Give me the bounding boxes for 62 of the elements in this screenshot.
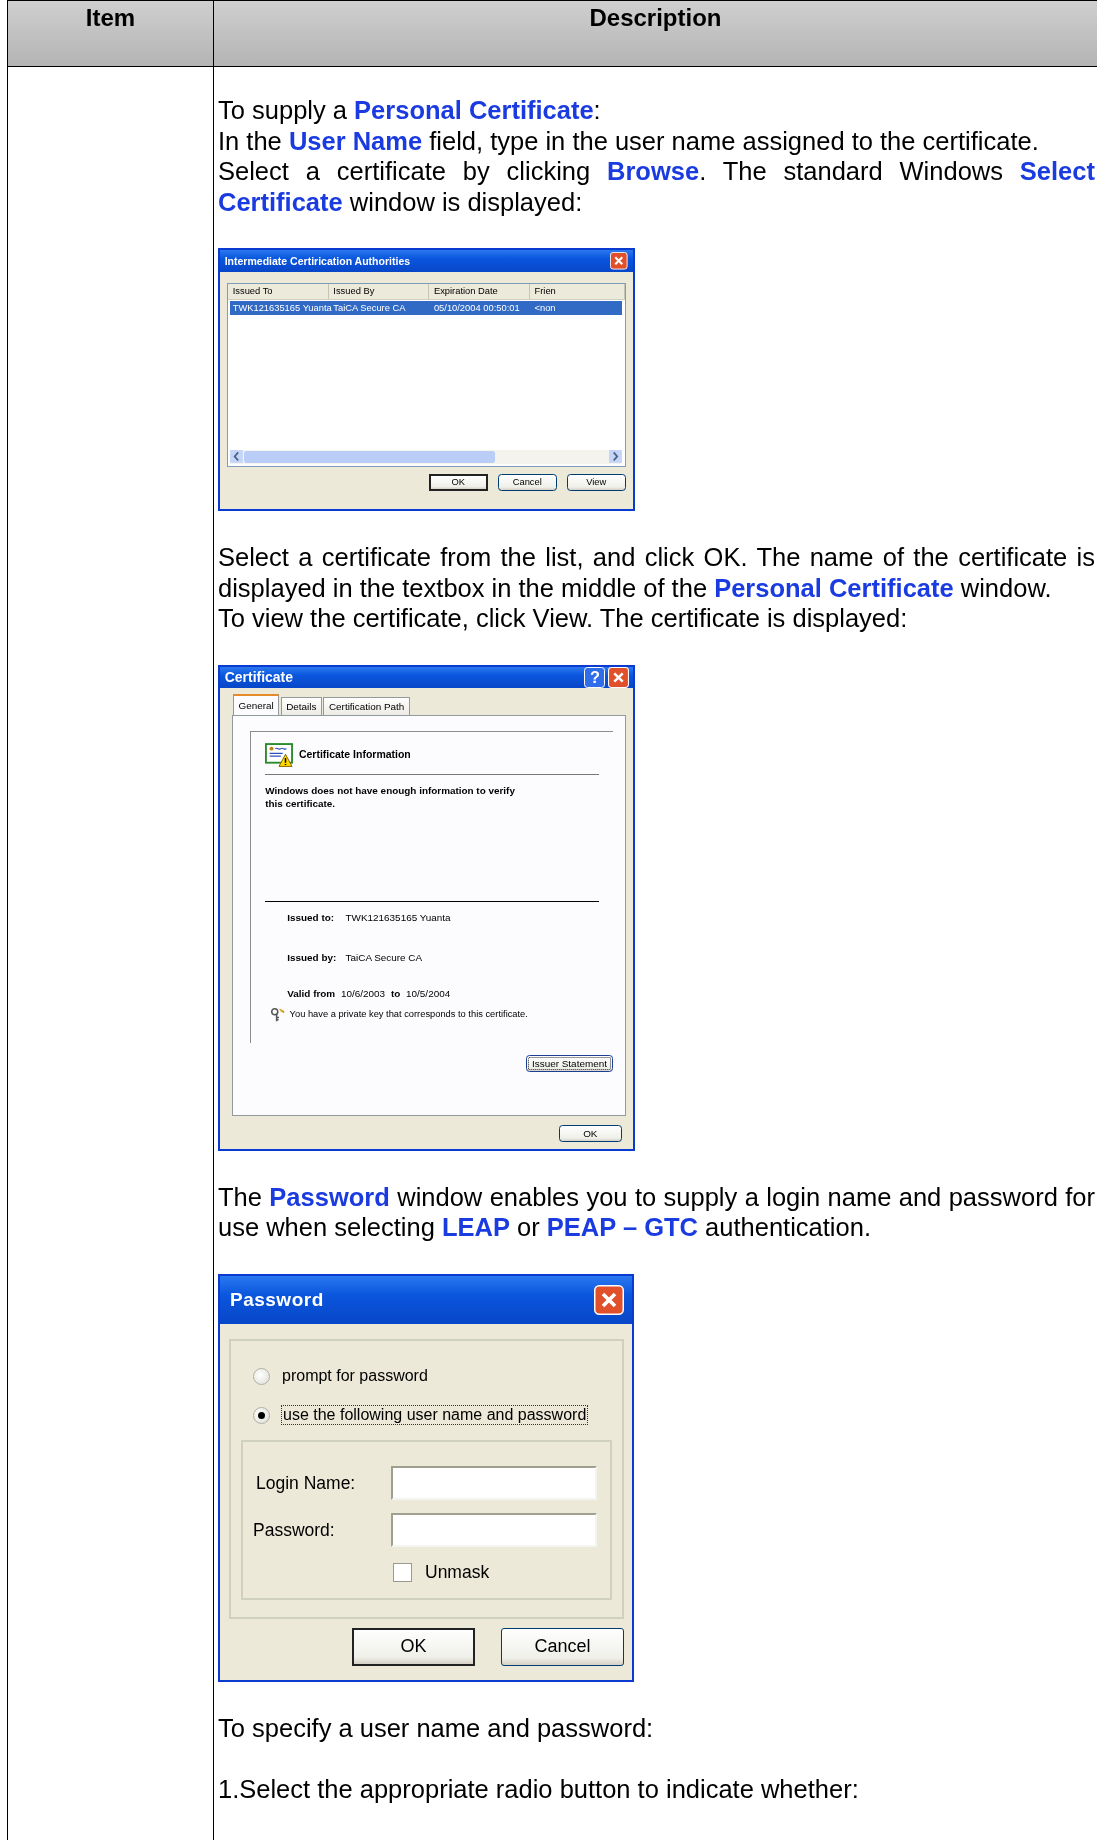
column-header[interactable]: Issued To [228,283,329,299]
paragraph: 1.Select the appropriate radio button to indicate whether: [218,1774,860,1805]
dialog-button[interactable]: OK [429,474,488,491]
list-cell-text: TaiCA Secure CA [332,302,407,316]
tab[interactable]: Details [280,697,323,715]
checkbox-label[interactable]: Unmask [425,1561,490,1583]
dialog-button[interactable]: Cancel [501,1627,624,1666]
scroll-left-icon[interactable] [230,450,244,464]
window-title: Certificate [224,669,295,686]
field-value: TaiCA Secure CA [345,951,423,963]
list-cell-text: 05/10/2004 00:50:01 [432,302,521,316]
dialog-button[interactable]: View [567,474,626,491]
paragraph: To supply a Personal Certificate: [218,95,602,126]
ok-button[interactable]: OK [558,1124,622,1143]
certificate-icon [265,742,294,768]
list-cell-text: <non [533,302,557,316]
field-label: Issued to: [287,912,336,924]
field-value: TWK121635165 Yuanta [345,912,451,924]
paragraph: Select a certificate from the list, and click OK. The name of the certificate is displayed in the textbox in the middle of the Personal Certificate window. [218,542,1095,604]
dialog-button[interactable]: Cancel [498,474,557,491]
section-title: Certificate Information [298,749,411,761]
radio-button[interactable] [253,1367,270,1385]
close-button[interactable] [594,1284,624,1315]
field-label: to [390,988,401,999]
help-button[interactable]: ? [584,666,606,688]
window-title: Intermediate Certirication Authorities [224,255,412,268]
column-header[interactable]: Expiration Date [429,283,530,299]
paragraph: The Password window enables you to supply a login name and password for use when selecting LEAP or PEAP – GTC authentication. [218,1181,1095,1243]
close-button[interactable] [607,666,629,688]
input-field[interactable] [391,1513,597,1548]
column-header[interactable]: Issued By [328,283,430,299]
field-label: Valid from [287,988,336,999]
input-field[interactable] [391,1466,597,1501]
scroll-right-icon[interactable] [609,450,623,464]
field-label: Login Name: [255,1472,357,1494]
list-row[interactable]: TWK121635165 Yuanta TaiCA Secure CA 05/10/2004 00:50:01 <non [230,301,623,316]
field-value: 10/6/2003 [341,988,386,999]
radio-label[interactable]: prompt for password [282,1367,428,1386]
list-cell-text: TWK121635165 Yuanta [231,302,331,316]
issuer-statement-button[interactable]: Issuer Statement [526,1054,613,1073]
checkbox[interactable] [393,1562,412,1582]
radio-button[interactable] [253,1406,270,1424]
radio-label[interactable]: use the following user name and password [282,1406,588,1425]
window-title: Password [230,1288,325,1311]
column-header: Description [588,3,723,33]
column-header: Item [8,1,214,66]
key-note: You have a private key that corresponds to this certificate. [289,1009,528,1020]
horizontal-scrollbar[interactable] [230,449,623,464]
tab[interactable]: Certification Path [323,697,411,715]
paragraph: Select a certificate by clicking Browse. The standard Windows Select Certificate window is displayed: [218,156,1095,217]
paragraph: In the User Name field, type in the user name assigned to the certificate. [218,125,1040,156]
dialog-button[interactable]: OK [352,1627,475,1666]
message-text: Windows does not have enough information to verify this certificate. [265,785,599,902]
key-icon [269,1006,285,1022]
close-button[interactable] [610,252,628,270]
paragraph: To view the certificate, click View. The certificate is displayed: [218,603,909,634]
field-label: Password: [253,1519,336,1541]
tab[interactable]: General [232,693,280,715]
field-value: 10/5/2004 [406,988,451,999]
field-label: Issued by: [287,951,338,963]
column-header[interactable]: Frien [529,283,625,299]
paragraph: To specify a user name and password: [218,1712,655,1744]
